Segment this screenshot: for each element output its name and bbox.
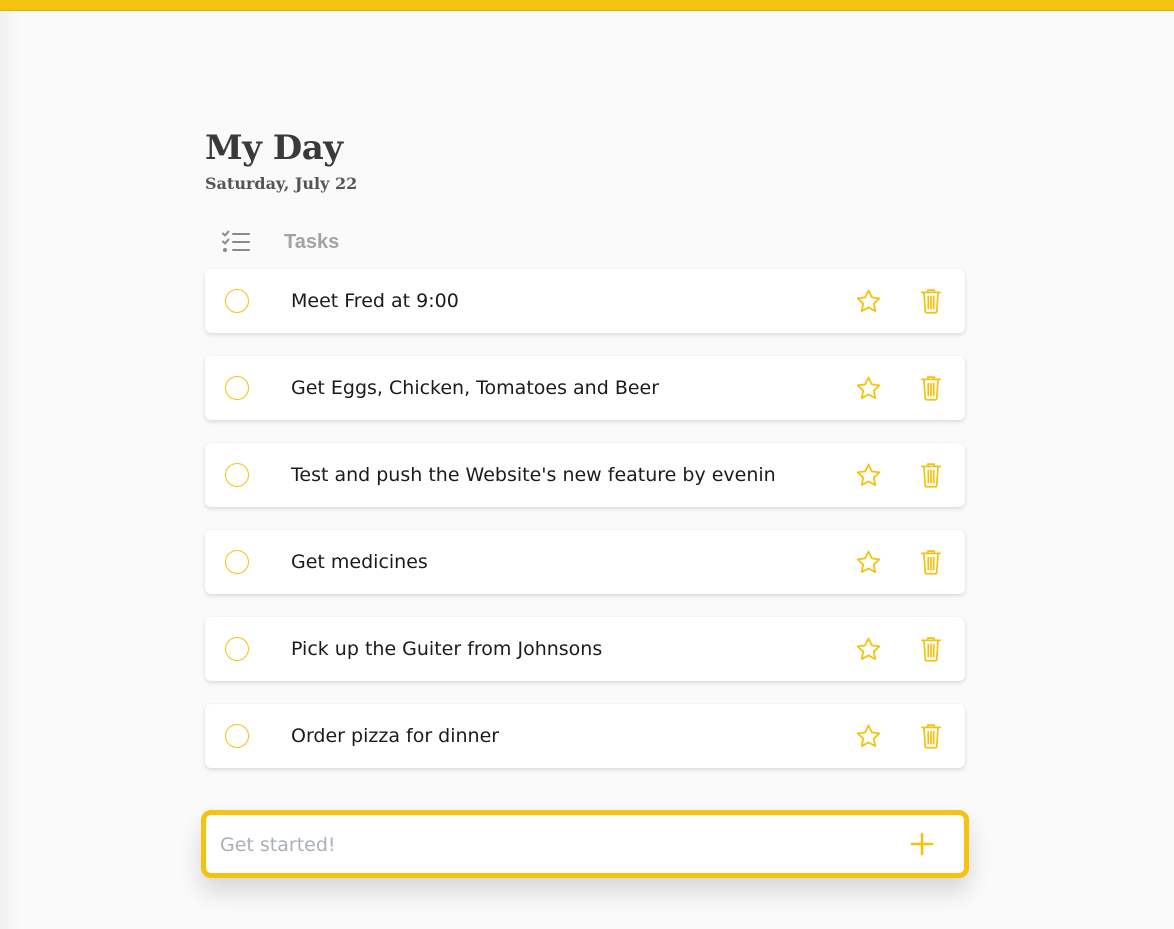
section-label-tasks: Tasks (284, 230, 340, 253)
task-item: Order pizza for dinner (205, 704, 965, 768)
star-icon[interactable] (855, 375, 882, 402)
trash-icon[interactable] (920, 462, 942, 488)
trash-icon[interactable] (920, 375, 942, 401)
task-item: Get Eggs, Chicken, Tomatoes and Beer (205, 356, 965, 420)
trash-icon[interactable] (920, 288, 942, 314)
new-task-box (201, 810, 969, 878)
complete-checkbox[interactable] (225, 724, 249, 748)
trash-icon[interactable] (920, 723, 942, 749)
star-icon[interactable] (855, 288, 882, 315)
complete-checkbox[interactable] (225, 376, 249, 400)
star-icon[interactable] (855, 549, 882, 576)
task-text: Meet Fred at 9:00 (291, 290, 459, 312)
task-item: Pick up the Guiter from Johnsons (205, 617, 965, 681)
task-item: Get medicines (205, 530, 965, 594)
task-item: Meet Fred at 9:00 (205, 269, 965, 333)
page-title: My Day (205, 128, 343, 168)
star-icon[interactable] (855, 462, 882, 489)
checklist-icon (222, 230, 250, 252)
task-text: Get Eggs, Chicken, Tomatoes and Beer (291, 377, 660, 399)
task-text: Pick up the Guiter from Johnsons (291, 638, 603, 660)
task-text: Test and push the Website's new feature … (291, 464, 776, 486)
top-accent-bar (0, 0, 1174, 11)
trash-icon[interactable] (920, 636, 942, 662)
complete-checkbox[interactable] (225, 550, 249, 574)
left-shadow (0, 12, 20, 929)
complete-checkbox[interactable] (225, 289, 249, 313)
complete-checkbox[interactable] (225, 637, 249, 661)
task-list: Meet Fred at 9:00 Get Eggs, Chicken, Tom… (205, 269, 965, 768)
complete-checkbox[interactable] (225, 463, 249, 487)
page-date: Saturday, July 22 (205, 174, 358, 193)
section-header: Tasks (205, 228, 965, 256)
star-icon[interactable] (855, 636, 882, 663)
task-item: Test and push the Website's new feature … (205, 443, 965, 507)
main-content: My Day Saturday, July 22 Tasks Meet Fred… (201, 128, 969, 878)
trash-icon[interactable] (920, 549, 942, 575)
task-text: Get medicines (291, 551, 428, 573)
star-icon[interactable] (855, 723, 882, 750)
new-task-input[interactable] (218, 824, 882, 866)
plus-icon[interactable] (909, 831, 935, 857)
task-text: Order pizza for dinner (291, 725, 500, 747)
